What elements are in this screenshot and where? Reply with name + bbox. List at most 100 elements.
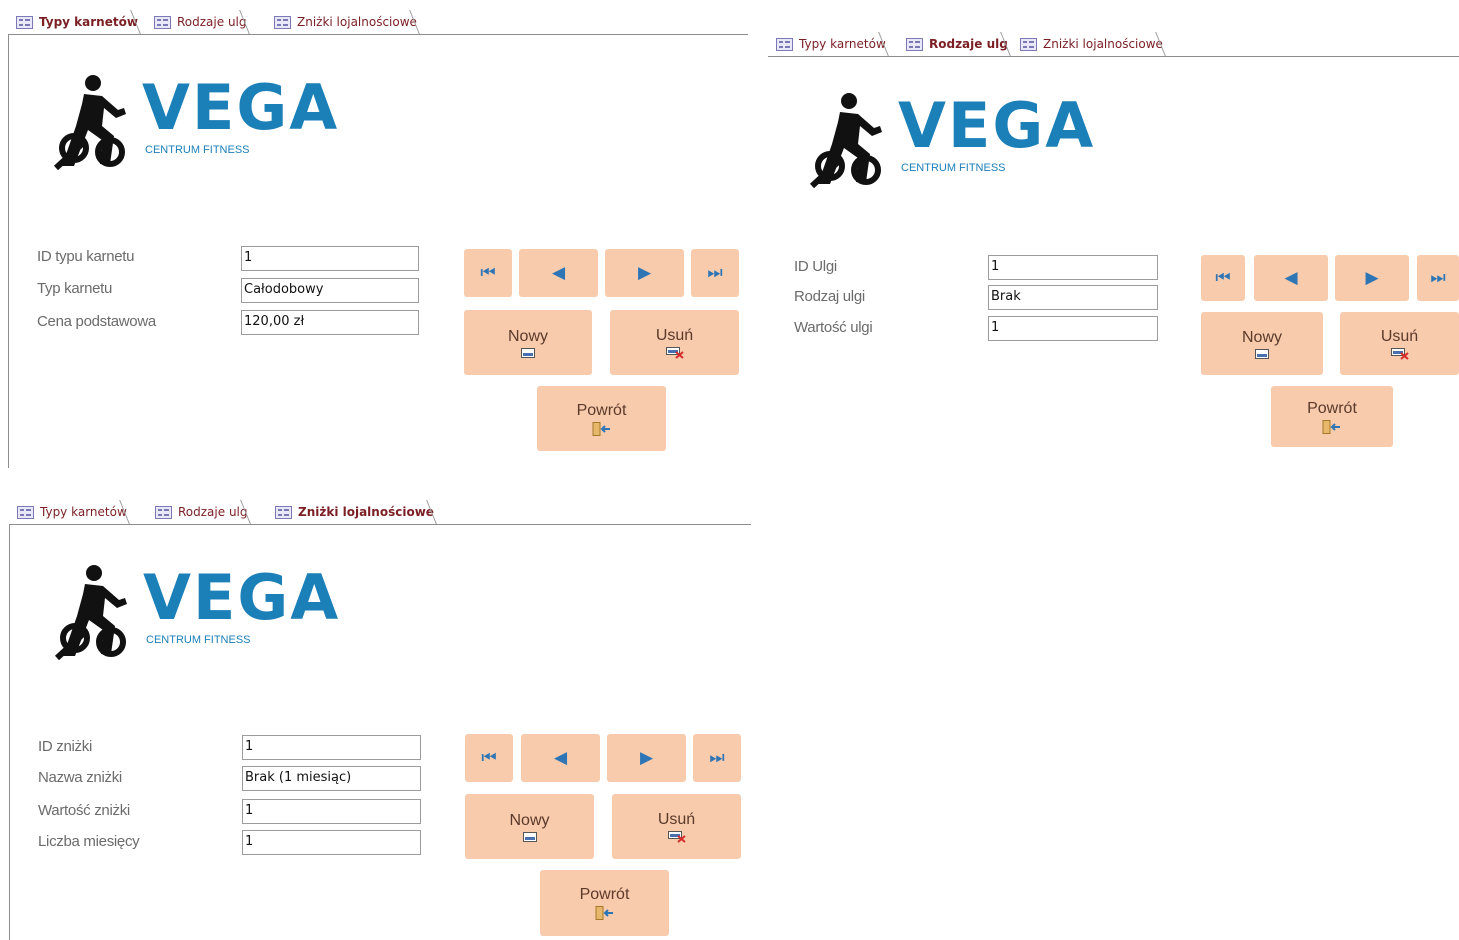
form-panel-typy-karnetow: Typy karnetów Rodzaje ulg Zniżki lojalno… bbox=[8, 8, 748, 468]
first-record-button[interactable]: ⏮ bbox=[464, 249, 512, 297]
field-liczba-miesiecy[interactable]: 1 bbox=[242, 830, 421, 855]
last-record-button[interactable]: ⏭ bbox=[691, 249, 739, 297]
brand-subtitle: CENTRUM FITNESS bbox=[146, 634, 251, 646]
tab-rodzaje-ulg[interactable]: Rodzaje ulg bbox=[902, 33, 1012, 55]
field-label-cena-podstawowa: Cena podstawowa bbox=[37, 313, 156, 330]
tab-typy-karnetow[interactable]: Typy karnetów bbox=[12, 11, 142, 33]
previous-record-button[interactable]: ◀ bbox=[519, 249, 598, 297]
first-record-icon: ⏮ bbox=[480, 263, 496, 283]
tab-bar: Typy karnetów Rodzaje ulg Zniżki lojalno… bbox=[8, 8, 748, 35]
field-label-typ-karnetu: Typ karnetu bbox=[37, 280, 113, 297]
field-nazwa-znizki[interactable]: Brak (1 miesiąc) bbox=[242, 766, 421, 791]
exit-door-icon bbox=[595, 906, 613, 920]
last-record-icon: ⏭ bbox=[1430, 268, 1446, 288]
button-label: Powrót bbox=[576, 401, 627, 419]
tab-znizki-lojalnosciowe[interactable]: Zniżki lojalnościowe bbox=[270, 11, 421, 33]
tab-label: Zniżki lojalnościowe bbox=[297, 15, 417, 29]
tab-label: Rodzaje ulg bbox=[177, 15, 247, 29]
last-record-icon: ⏭ bbox=[709, 748, 725, 768]
cyclist-icon bbox=[53, 75, 126, 170]
field-label-wartosc-znizki: Wartość zniżki bbox=[38, 802, 130, 819]
tab-label: Zniżki lojalnościowe bbox=[298, 505, 434, 519]
brand-subtitle: CENTRUM FITNESS bbox=[145, 144, 250, 156]
button-label: Nowy bbox=[507, 327, 548, 345]
tab-label: Rodzaje ulg bbox=[178, 505, 248, 519]
field-label-id-znizki: ID zniżki bbox=[38, 738, 92, 755]
previous-record-button[interactable]: ◀ bbox=[1254, 255, 1328, 301]
next-record-icon: ▶ bbox=[637, 263, 652, 283]
next-record-button[interactable]: ▶ bbox=[1335, 255, 1409, 301]
vega-logo: VEGA CENTRUM FITNESS bbox=[52, 74, 339, 170]
button-label: Usuń bbox=[1380, 327, 1419, 345]
back-button[interactable]: Powrót bbox=[537, 386, 666, 451]
button-label: Powrót bbox=[579, 886, 630, 903]
previous-record-button[interactable]: ◀ bbox=[521, 734, 600, 782]
button-label: Nowy bbox=[1241, 328, 1282, 346]
form-icon bbox=[274, 15, 291, 29]
form-icon bbox=[1020, 37, 1037, 51]
vega-logo: VEGA CENTRUM FITNESS bbox=[808, 92, 1095, 188]
tab-znizki-lojalnosciowe[interactable]: Zniżki lojalnościowe bbox=[1016, 33, 1167, 55]
field-cena-podstawowa[interactable]: 120,00 zł bbox=[241, 310, 419, 335]
new-record-icon bbox=[1255, 348, 1269, 359]
form-icon bbox=[16, 15, 33, 29]
field-rodzaj-ulgi[interactable]: Brak bbox=[988, 285, 1158, 310]
form-icon bbox=[154, 15, 171, 29]
next-record-button[interactable]: ▶ bbox=[605, 249, 684, 297]
new-record-icon bbox=[522, 831, 537, 842]
tab-typy-karnetow[interactable]: Typy karnetów bbox=[772, 33, 890, 55]
first-record-button[interactable]: ⏮ bbox=[1201, 255, 1245, 301]
tab-rodzaje-ulg[interactable]: Rodzaje ulg bbox=[150, 11, 251, 33]
brand-name: VEGA bbox=[142, 71, 340, 144]
form-panel-rodzaje-ulg: Typy karnetów Rodzaje ulg Zniżki lojalno… bbox=[768, 30, 1459, 460]
new-record-button[interactable]: Nowy bbox=[465, 794, 594, 859]
delete-record-button[interactable]: Usuń bbox=[612, 794, 741, 859]
previous-record-icon: ◀ bbox=[551, 263, 566, 283]
first-record-icon: ⏮ bbox=[1215, 268, 1231, 288]
delete-record-icon bbox=[667, 830, 686, 843]
field-label-nazwa-znizki: Nazwa zniżki bbox=[38, 769, 122, 786]
delete-record-button[interactable]: Usuń bbox=[610, 310, 739, 375]
form-icon bbox=[275, 505, 292, 519]
first-record-button[interactable]: ⏮ bbox=[465, 734, 513, 782]
tab-bar: Typy karnetów Rodzaje ulg Zniżki lojalno… bbox=[9, 498, 751, 525]
field-label-rodzaj-ulgi: Rodzaj ulgi bbox=[794, 288, 865, 305]
vega-logo: VEGA CENTRUM FITNESS bbox=[53, 564, 340, 660]
field-wartosc-znizki[interactable]: 1 bbox=[242, 799, 421, 824]
new-record-button[interactable]: Nowy bbox=[464, 310, 592, 375]
tab-label: Typy karnetów bbox=[799, 37, 886, 51]
brand-subtitle: CENTRUM FITNESS bbox=[901, 162, 1006, 174]
field-id-ulgi[interactable]: 1 bbox=[988, 255, 1158, 280]
field-typ-karnetu[interactable]: Całodobowy bbox=[241, 278, 419, 303]
delete-record-icon bbox=[665, 346, 684, 359]
back-button[interactable]: Powrót bbox=[540, 870, 669, 936]
tab-rodzaje-ulg[interactable]: Rodzaje ulg bbox=[151, 501, 252, 523]
tab-znizki-lojalnosciowe[interactable]: Zniżki lojalnościowe bbox=[271, 501, 438, 523]
next-record-button[interactable]: ▶ bbox=[607, 734, 686, 782]
previous-record-icon: ◀ bbox=[1284, 268, 1298, 288]
exit-door-icon bbox=[592, 421, 610, 436]
form-border bbox=[8, 35, 9, 468]
form-icon bbox=[906, 37, 923, 51]
form-icon bbox=[17, 505, 34, 519]
field-id-znizki[interactable]: 1 bbox=[242, 735, 421, 760]
exit-door-icon bbox=[1322, 419, 1340, 434]
tab-typy-karnetow[interactable]: Typy karnetów bbox=[13, 501, 131, 523]
last-record-button[interactable]: ⏭ bbox=[693, 734, 741, 782]
form-icon bbox=[155, 505, 172, 519]
last-record-button[interactable]: ⏭ bbox=[1417, 255, 1459, 301]
cyclist-icon bbox=[809, 93, 882, 188]
new-record-icon bbox=[521, 347, 535, 358]
cyclist-icon bbox=[54, 565, 127, 660]
next-record-icon: ▶ bbox=[639, 748, 654, 768]
new-record-button[interactable]: Nowy bbox=[1201, 312, 1323, 375]
back-button[interactable]: Powrót bbox=[1271, 386, 1393, 447]
delete-record-icon bbox=[1390, 347, 1409, 360]
field-id-typu-karnetu[interactable]: 1 bbox=[241, 246, 419, 271]
delete-record-button[interactable]: Usuń bbox=[1340, 312, 1459, 375]
tab-label: Zniżki lojalnościowe bbox=[1043, 37, 1163, 51]
form-panel-znizki-lojalnosciowe: Typy karnetów Rodzaje ulg Zniżki lojalno… bbox=[9, 498, 751, 940]
first-record-icon: ⏮ bbox=[481, 748, 497, 768]
field-wartosc-ulgi[interactable]: 1 bbox=[988, 316, 1158, 341]
tab-bar: Typy karnetów Rodzaje ulg Zniżki lojalno… bbox=[768, 30, 1459, 57]
